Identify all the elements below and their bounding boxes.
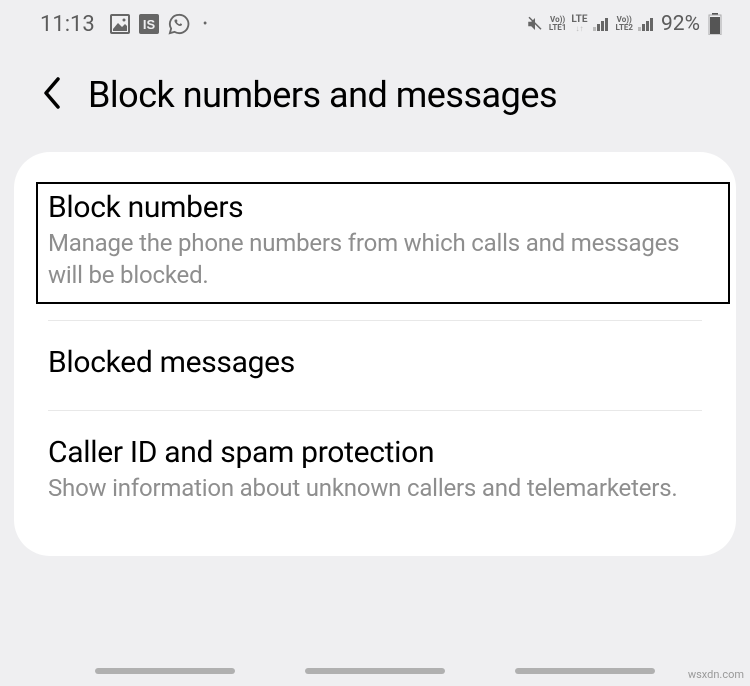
lte-icon: LTE ↓↑ <box>571 15 587 33</box>
item-title: Caller ID and spam protection <box>48 435 702 470</box>
settings-card: Block numbers Manage the phone numbers f… <box>14 152 736 556</box>
image-icon <box>110 14 130 34</box>
caller-id-item[interactable]: Caller ID and spam protection Show infor… <box>14 423 736 520</box>
item-subtitle: Show information about unknown callers a… <box>48 472 702 504</box>
item-title: Blocked messages <box>48 345 702 380</box>
header: Block numbers and messages <box>0 44 750 144</box>
page-title: Block numbers and messages <box>88 74 557 116</box>
status-right: Vo)) LTE1 LTE ↓↑ Vo)) LTE2 92% <box>526 12 722 36</box>
nav-home[interactable] <box>305 668 445 674</box>
watermark: wsxdn.com <box>688 668 744 681</box>
clock: 11:13 <box>40 12 95 37</box>
item-subtitle: Manage the phone numbers from which call… <box>48 227 702 292</box>
divider <box>48 410 702 411</box>
nav-back[interactable] <box>515 668 655 674</box>
back-button[interactable] <box>40 75 64 115</box>
whatsapp-icon <box>168 13 190 35</box>
nav-bar <box>0 668 750 674</box>
status-left: 11:13 IS • <box>40 12 208 37</box>
item-title: Block numbers <box>48 190 702 225</box>
svg-text:IS: IS <box>143 17 156 32</box>
volte-2-icon: Vo)) LTE2 <box>616 16 634 32</box>
divider <box>48 320 702 321</box>
battery-percentage: 92% <box>661 12 700 36</box>
blocked-messages-item[interactable]: Blocked messages <box>14 333 736 398</box>
signal-1-icon <box>593 17 608 31</box>
block-numbers-item[interactable]: Block numbers Manage the phone numbers f… <box>14 178 736 308</box>
signal-2-icon <box>638 17 653 31</box>
status-bar: 11:13 IS • Vo)) LTE1 LTE ↓↑ Vo <box>0 0 750 44</box>
dot-icon: • <box>203 16 208 32</box>
mute-icon <box>526 15 544 33</box>
chevron-left-icon <box>40 75 64 111</box>
volte-1-icon: Vo)) LTE1 <box>549 16 567 32</box>
nav-recent[interactable] <box>95 668 235 674</box>
battery-icon <box>708 13 722 35</box>
is-icon: IS <box>139 14 159 34</box>
